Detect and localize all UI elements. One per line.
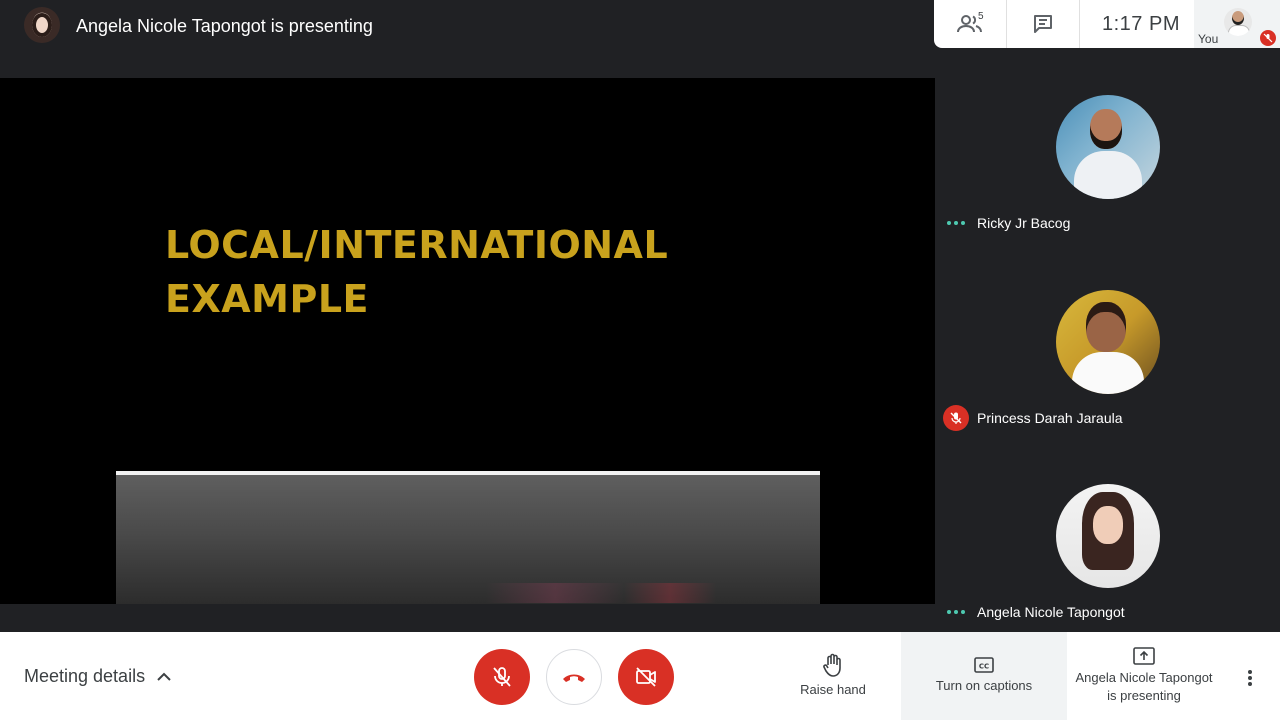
- slide-title-line-2: EXAMPLE: [165, 277, 370, 321]
- participant-name: Angela Nicole Tapongot: [977, 604, 1125, 620]
- cc-icon: CC: [974, 657, 994, 673]
- mic-toggle-button[interactable]: [474, 649, 530, 705]
- presenting-label-line-1: Angela Nicole Tapongot: [1075, 670, 1213, 685]
- stage-bottom-strip: [0, 604, 935, 632]
- participant-tile[interactable]: Angela Nicole Tapongot: [935, 459, 1280, 653]
- people-button[interactable]: 5: [934, 0, 1006, 48]
- participant-name: Ricky Jr Bacog: [977, 215, 1071, 231]
- top-info-panel: 5 1:17 PM You: [934, 0, 1280, 48]
- leave-call-button[interactable]: [546, 649, 602, 705]
- hand-icon: [823, 653, 841, 677]
- camera-off-icon: [636, 667, 656, 687]
- avatar: [1056, 484, 1160, 588]
- more-options-button[interactable]: [1234, 662, 1266, 694]
- camera-toggle-button[interactable]: [618, 649, 674, 705]
- captions-button[interactable]: CC Turn on captions: [901, 632, 1067, 720]
- avatar: [1056, 290, 1160, 394]
- slide-title-line-1: LOCAL/INTERNATIONAL: [165, 223, 669, 267]
- presenter-avatar: [24, 7, 60, 43]
- shared-slide: LOCAL/INTERNATIONAL EXAMPLE: [0, 78, 935, 604]
- more-vert-icon: [1248, 670, 1252, 686]
- meeting-details-button[interactable]: Meeting details: [24, 666, 171, 687]
- self-avatar: [1224, 8, 1252, 36]
- presentation-stage: Angela Nicole Tapongot is presenting LOC…: [0, 0, 935, 632]
- participant-tile[interactable]: Ricky Jr Bacog: [935, 70, 1280, 264]
- control-bar: Meeting details Raise hand CC Turn on ca…: [0, 632, 1280, 720]
- meeting-details-label: Meeting details: [24, 666, 146, 686]
- svg-text:CC: CC: [979, 663, 989, 671]
- slide-title: LOCAL/INTERNATIONAL EXAMPLE: [165, 218, 668, 326]
- speaking-indicator-icon: [947, 610, 965, 614]
- chevron-up-icon: [157, 672, 171, 681]
- chat-button[interactable]: [1007, 0, 1079, 48]
- participant-name: Princess Darah Jaraula: [977, 410, 1123, 426]
- participant-tile[interactable]: Princess Darah Jaraula: [935, 265, 1280, 459]
- avatar: [1056, 95, 1160, 199]
- slide-image: [116, 471, 820, 604]
- self-label: You: [1198, 32, 1219, 46]
- captions-label: Turn on captions: [935, 678, 1033, 693]
- hang-up-icon: [563, 674, 585, 682]
- mic-off-icon: [493, 667, 511, 687]
- presenter-banner: Angela Nicole Tapongot is presenting: [76, 16, 373, 36]
- mic-off-icon: [943, 405, 969, 431]
- presenting-button[interactable]: Angela Nicole Tapongot is presenting: [1067, 632, 1221, 720]
- speaking-indicator-icon: [947, 221, 965, 225]
- self-view-tile[interactable]: You: [1194, 0, 1280, 48]
- mic-off-icon: [1260, 30, 1276, 46]
- people-count: 5: [978, 11, 984, 22]
- chat-icon: [1034, 15, 1052, 33]
- present-icon: [1133, 647, 1155, 665]
- presenter-bar: Angela Nicole Tapongot is presenting: [0, 0, 935, 78]
- presenting-label-line-2: is presenting: [1107, 688, 1181, 703]
- divider: [1079, 0, 1080, 48]
- clock: 1:17 PM: [1102, 12, 1180, 35]
- raise-hand-button[interactable]: Raise hand: [786, 632, 880, 720]
- raise-hand-label: Raise hand: [800, 682, 866, 697]
